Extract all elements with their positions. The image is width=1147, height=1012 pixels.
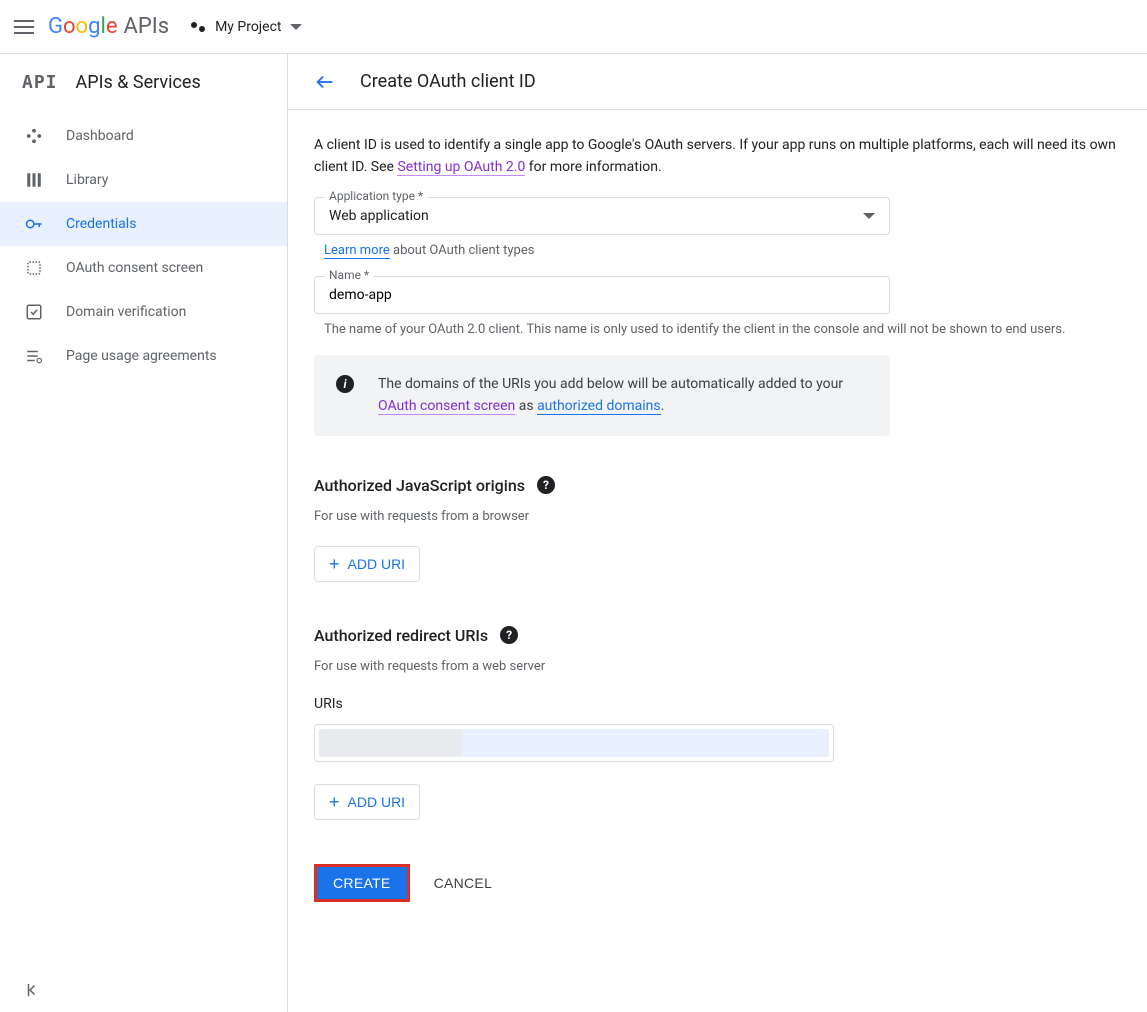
- application-type-field: Application type * Web application: [314, 197, 890, 235]
- arrow-left-icon: [314, 71, 336, 93]
- key-icon: [24, 214, 44, 234]
- sidebar-item-dashboard[interactable]: Dashboard: [0, 114, 287, 158]
- collapse-icon: [24, 981, 42, 999]
- field-label: Application type *: [325, 189, 427, 203]
- js-origins-subtitle: For use with requests from a browser: [314, 509, 1121, 524]
- sidebar-item-label: Credentials: [66, 216, 136, 232]
- sidebar-item-label: Page usage agreements: [66, 348, 217, 364]
- name-input[interactable]: [329, 287, 875, 303]
- field-label: Name *: [325, 268, 373, 282]
- oauth-consent-link[interactable]: OAuth consent screen: [378, 398, 515, 415]
- sidebar-item-label: OAuth consent screen: [66, 260, 203, 276]
- sidebar-item-label: Domain verification: [66, 304, 186, 320]
- dashboard-icon: [24, 126, 44, 146]
- uri-redacted-bar: [319, 729, 829, 757]
- name-helper: The name of your OAuth 2.0 client. This …: [324, 322, 1121, 337]
- topbar: Google APIs My Project: [0, 0, 1147, 54]
- check-icon: [24, 302, 44, 322]
- sidebar-item-label: Dashboard: [66, 128, 134, 144]
- js-origins-title: Authorized JavaScript origins ?: [314, 476, 1121, 495]
- collapse-sidebar-button[interactable]: [0, 968, 287, 1012]
- main-header: Create OAuth client ID: [288, 54, 1147, 110]
- caret-down-icon: [290, 24, 302, 30]
- project-icon: [191, 19, 207, 35]
- info-text: The domains of the URIs you add below wi…: [378, 373, 868, 418]
- consent-icon: [24, 258, 44, 278]
- help-icon[interactable]: ?: [500, 626, 518, 644]
- info-box: i The domains of the URIs you add below …: [314, 355, 890, 436]
- logo-apis-label: APIs: [123, 14, 169, 39]
- authorized-domains-link[interactable]: authorized domains: [537, 398, 661, 415]
- uri-input-row[interactable]: [314, 724, 834, 762]
- main-content: Create OAuth client ID A client ID is us…: [288, 54, 1147, 1012]
- sidebar: API APIs & Services Dashboard Library Cr…: [0, 54, 288, 1012]
- sidebar-item-domain-verification[interactable]: Domain verification: [0, 290, 287, 334]
- sidebar-item-page-usage[interactable]: Page usage agreements: [0, 334, 287, 378]
- application-type-select[interactable]: Application type * Web application: [314, 197, 890, 235]
- redirect-uris-subtitle: For use with requests from a web server: [314, 659, 1121, 674]
- sidebar-item-oauth-consent[interactable]: OAuth consent screen: [0, 246, 287, 290]
- redirect-uris-title: Authorized redirect URIs ?: [314, 626, 1121, 645]
- plus-icon: +: [329, 793, 340, 811]
- add-uri-redirect-button[interactable]: + ADD URI: [314, 784, 420, 820]
- project-selector[interactable]: My Project: [191, 19, 301, 35]
- sidebar-title: APIs & Services: [76, 72, 201, 93]
- add-uri-js-button[interactable]: + ADD URI: [314, 546, 420, 582]
- app-type-helper: Learn more about OAuth client types: [324, 243, 1121, 258]
- learn-more-link[interactable]: Learn more: [324, 243, 390, 259]
- sidebar-item-label: Library: [66, 172, 108, 188]
- cancel-button[interactable]: CANCEL: [434, 875, 493, 891]
- sidebar-item-library[interactable]: Library: [0, 158, 287, 202]
- info-icon: i: [336, 375, 354, 393]
- google-apis-logo[interactable]: Google APIs: [48, 14, 169, 39]
- intro-text: A client ID is used to identify a single…: [314, 134, 1121, 179]
- page-title: Create OAuth client ID: [360, 71, 536, 92]
- plus-icon: +: [329, 555, 340, 573]
- name-field: Name *: [314, 276, 890, 314]
- api-badge: API: [22, 72, 58, 93]
- form-actions: CREATE CANCEL: [314, 864, 1121, 902]
- sidebar-item-credentials[interactable]: Credentials: [0, 202, 287, 246]
- create-button[interactable]: CREATE: [314, 864, 410, 902]
- hamburger-menu-icon[interactable]: [12, 15, 36, 39]
- help-icon[interactable]: ?: [537, 476, 555, 494]
- caret-down-icon: [863, 213, 875, 219]
- setting-up-oauth-link[interactable]: Setting up OAuth 2.0: [397, 159, 525, 176]
- agreements-icon: [24, 346, 44, 366]
- project-name: My Project: [215, 19, 281, 35]
- back-arrow-button[interactable]: [314, 71, 336, 93]
- uris-label: URIs: [314, 696, 1121, 712]
- sidebar-header: API APIs & Services: [0, 54, 287, 110]
- library-icon: [24, 170, 44, 190]
- application-type-value: Web application: [329, 208, 429, 224]
